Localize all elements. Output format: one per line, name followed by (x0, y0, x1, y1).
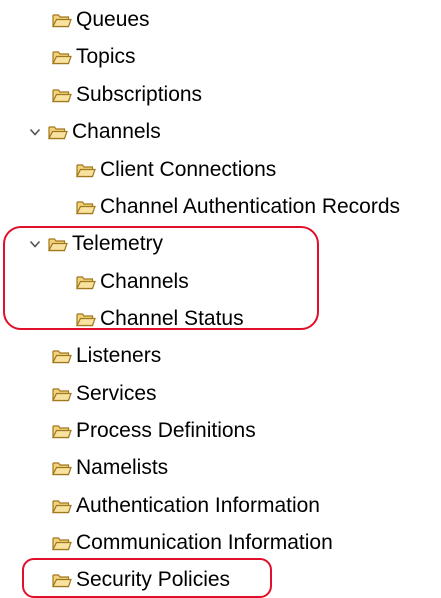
open-folder-icon (52, 49, 72, 65)
tree-item-label: Process Definitions (76, 419, 256, 442)
tree-item-label: Security Policies (76, 568, 231, 591)
tree-item-label: Channels (72, 120, 161, 143)
tree-item-channel-status[interactable]: Channel Status (76, 304, 244, 334)
tree-item-label: Client Connections (100, 158, 277, 181)
tree-item-process-definitions[interactable]: Process Definitions (52, 416, 256, 446)
tree-item-label: Channels (100, 270, 189, 293)
tree-item-channel-authentication-records[interactable]: Channel Authentication Records (76, 192, 400, 222)
tree-item-label: Channel Status (100, 307, 244, 330)
chevron-down-icon[interactable] (28, 125, 42, 139)
tree-item-label: Namelists (76, 456, 169, 479)
open-folder-icon (76, 199, 96, 215)
tree-item-label: Topics (76, 45, 136, 68)
tree-item-topics[interactable]: Topics (52, 42, 136, 72)
tree-item-authentication-information[interactable]: Authentication Information (52, 491, 320, 521)
open-folder-icon (76, 311, 96, 327)
tree-item-namelists[interactable]: Namelists (52, 453, 168, 483)
chevron-down-icon[interactable] (28, 237, 42, 251)
tree-item-communication-information[interactable]: Communication Information (52, 528, 333, 558)
tree-item-label: Communication Information (76, 531, 333, 554)
open-folder-icon (76, 162, 96, 178)
open-folder-icon (52, 386, 72, 402)
tree-item-label: Subscriptions (76, 83, 203, 106)
tree-item-label: Channel Authentication Records (100, 195, 401, 218)
open-folder-icon (52, 348, 72, 364)
open-folder-icon (52, 460, 72, 476)
open-folder-icon (48, 124, 68, 140)
tree-item-telemetry-channels[interactable]: Channels (76, 267, 189, 297)
tree-item-listeners[interactable]: Listeners (52, 341, 161, 371)
tree-view: Queues Topics Subscriptions Channels Cli… (0, 0, 441, 598)
tree-item-label: Listeners (76, 344, 162, 367)
open-folder-icon (52, 423, 72, 439)
tree-item-label: Telemetry (72, 232, 164, 255)
tree-item-client-connections[interactable]: Client Connections (76, 155, 276, 185)
open-folder-icon (52, 87, 72, 103)
open-folder-icon (48, 236, 68, 252)
tree-item-channels[interactable]: Channels (28, 117, 161, 147)
tree-item-label: Queues (76, 8, 150, 31)
open-folder-icon (52, 12, 72, 28)
open-folder-icon (76, 274, 96, 290)
tree-item-telemetry[interactable]: Telemetry (28, 229, 163, 259)
tree-item-security-policies[interactable]: Security Policies (52, 565, 230, 595)
tree-item-subscriptions[interactable]: Subscriptions (52, 80, 202, 110)
tree-item-queues[interactable]: Queues (52, 5, 150, 35)
open-folder-icon (52, 498, 72, 514)
open-folder-icon (52, 572, 72, 588)
open-folder-icon (52, 535, 72, 551)
tree-item-label: Services (76, 382, 157, 405)
tree-item-label: Authentication Information (76, 494, 320, 517)
tree-item-services[interactable]: Services (52, 379, 157, 409)
